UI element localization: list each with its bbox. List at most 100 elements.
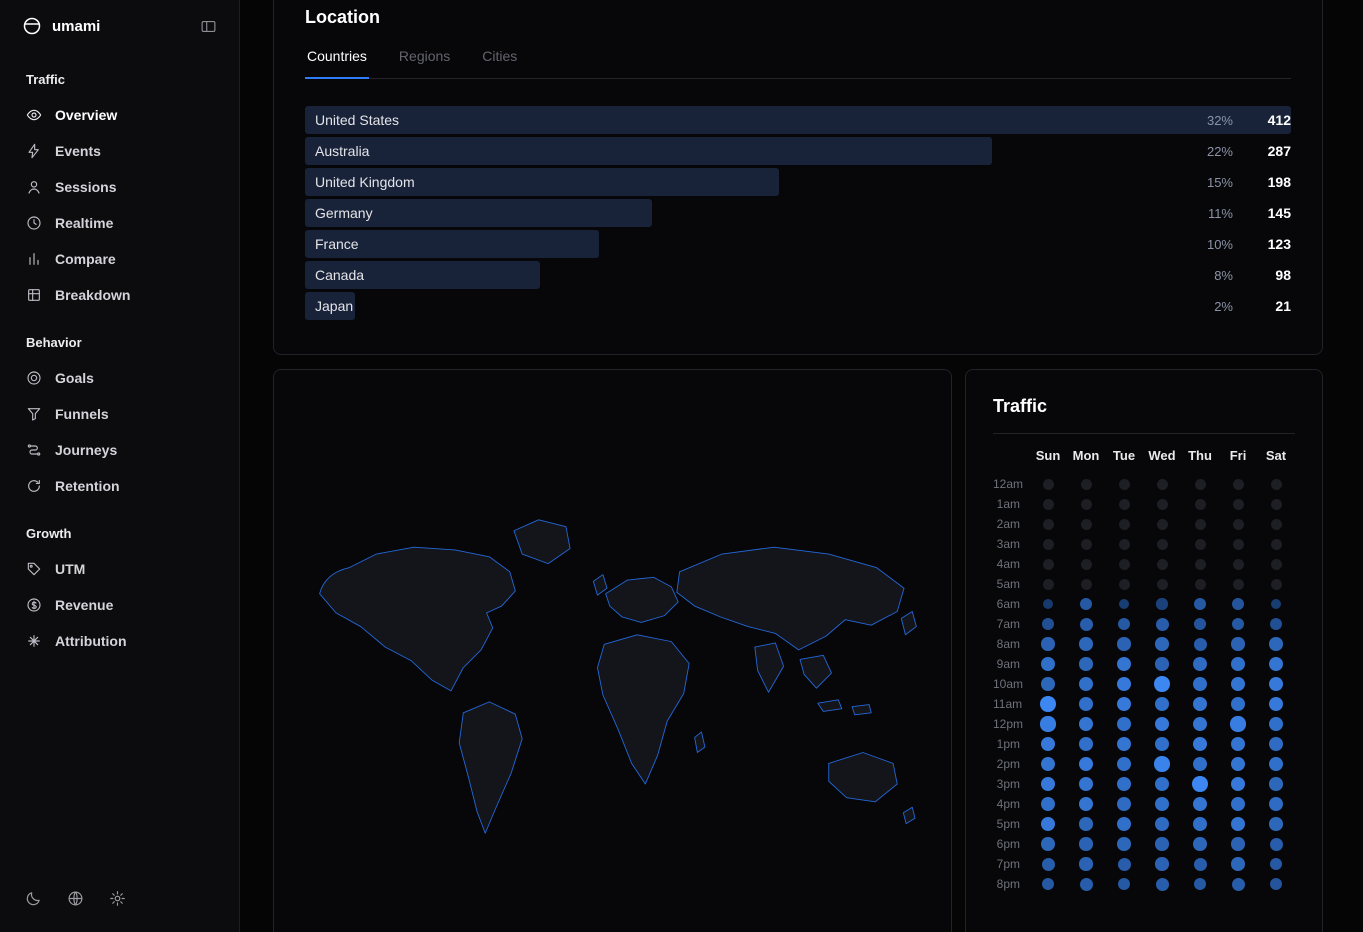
map-madagascar[interactable] <box>695 732 705 753</box>
country-row-germany[interactable]: Germany11%145 <box>305 199 1291 227</box>
sidebar-item-realtime[interactable]: Realtime <box>14 205 225 241</box>
map-indonesia[interactable] <box>818 700 842 712</box>
heatmap-dot <box>1193 797 1208 812</box>
tab-regions[interactable]: Regions <box>397 48 452 78</box>
map-japan[interactable] <box>901 612 916 635</box>
language-button[interactable] <box>67 890 84 912</box>
map-africa[interactable] <box>597 635 689 784</box>
heatmap-dot <box>1042 878 1055 891</box>
map-india[interactable] <box>755 643 784 692</box>
map-southeast-asia[interactable] <box>800 655 831 688</box>
country-percent: 11% <box>1173 206 1233 221</box>
country-label: France <box>305 236 1173 252</box>
heatmap-dot <box>1155 777 1169 791</box>
heatmap-cell-mon-1am <box>1067 494 1105 514</box>
heatmap-cell-wed-4pm <box>1143 794 1181 814</box>
sidebar-item-retention[interactable]: Retention <box>14 468 225 504</box>
heatmap-dot <box>1041 817 1056 832</box>
heatmap-cell-sun-12am <box>1029 474 1067 494</box>
heatmap-cell-mon-9am <box>1067 654 1105 674</box>
heatmap-dot <box>1042 858 1055 871</box>
heatmap-hour-9am: 9am <box>993 654 1029 674</box>
sidebar-item-sessions[interactable]: Sessions <box>14 169 225 205</box>
location-tabs: Countries Regions Cities <box>305 48 1291 79</box>
sidebar-item-goals[interactable]: Goals <box>14 360 225 396</box>
map-south-america[interactable] <box>459 702 522 833</box>
heatmap-dot <box>1155 717 1170 732</box>
sidebar-item-label: Revenue <box>55 597 113 613</box>
country-row-canada[interactable]: Canada8%98 <box>305 261 1291 289</box>
heatmap-dot <box>1271 479 1282 490</box>
country-row-japan[interactable]: Japan2%21 <box>305 292 1291 320</box>
heatmap-dot <box>1269 637 1283 651</box>
collapse-sidebar-button[interactable] <box>200 18 217 35</box>
heatmap-dot <box>1231 797 1245 811</box>
heatmap-cell-thu-5am <box>1181 574 1219 594</box>
map-europe[interactable] <box>606 577 679 622</box>
heatmap-cell-mon-5pm <box>1067 814 1105 834</box>
heatmap-cell-mon-12pm <box>1067 714 1105 734</box>
heatmap-cell-sat-6am <box>1257 594 1295 614</box>
heatmap-dot <box>1043 519 1054 530</box>
heatmap-dot <box>1195 519 1206 530</box>
heatmap-dot <box>1269 717 1283 731</box>
heatmap-dot <box>1154 676 1170 692</box>
heatmap-cell-sat-5am <box>1257 574 1295 594</box>
heatmap-cell-sat-1am <box>1257 494 1295 514</box>
heatmap-cell-wed-1pm <box>1143 734 1181 754</box>
heatmap-dot <box>1269 657 1284 672</box>
heatmap-day-mon: Mon <box>1067 448 1105 474</box>
heatmap-cell-tue-6am <box>1105 594 1143 614</box>
country-percent: 10% <box>1173 237 1233 252</box>
map-australia[interactable] <box>829 752 897 801</box>
heatmap-dot <box>1041 737 1056 752</box>
heatmap-dot <box>1193 837 1207 851</box>
heatmap-hour-1pm: 1pm <box>993 734 1029 754</box>
heatmap-dot <box>1231 677 1246 692</box>
world-map[interactable] <box>284 380 941 932</box>
sidebar-item-revenue[interactable]: Revenue <box>14 587 225 623</box>
sidebar-item-events[interactable]: Events <box>14 133 225 169</box>
heatmap-day-sat: Sat <box>1257 448 1295 474</box>
map-united-kingdom[interactable] <box>593 575 607 596</box>
map-indonesia-east[interactable] <box>852 705 871 715</box>
heatmap-cell-fri-7am <box>1219 614 1257 634</box>
tab-cities[interactable]: Cities <box>480 48 519 78</box>
map-greenland[interactable] <box>514 520 570 564</box>
sidebar-item-compare[interactable]: Compare <box>14 241 225 277</box>
country-row-united-states[interactable]: United States32%412 <box>305 106 1291 134</box>
map-new-zealand[interactable] <box>903 807 915 823</box>
heatmap-dot <box>1156 598 1167 609</box>
heatmap-dot <box>1269 677 1284 692</box>
traffic-card-title: Traffic <box>993 396 1295 417</box>
traffic-card: Traffic SunMonTueWedThuFriSat12am1am2am3… <box>965 369 1323 932</box>
heatmap-hour-1am: 1am <box>993 494 1029 514</box>
country-row-australia[interactable]: Australia22%287 <box>305 137 1291 165</box>
heatmap-day-tue: Tue <box>1105 448 1143 474</box>
heatmap-cell-tue-7am <box>1105 614 1143 634</box>
sidebar-item-overview[interactable]: Overview <box>14 97 225 133</box>
sidebar-item-journeys[interactable]: Journeys <box>14 432 225 468</box>
theme-toggle-button[interactable] <box>25 890 42 912</box>
heatmap-cell-mon-6pm <box>1067 834 1105 854</box>
tab-countries[interactable]: Countries <box>305 48 369 79</box>
sidebar-item-label: Goals <box>55 370 94 386</box>
heatmap-cell-tue-9am <box>1105 654 1143 674</box>
heatmap-dot <box>1080 878 1093 891</box>
heatmap-cell-thu-11am <box>1181 694 1219 714</box>
heatmap-dot <box>1081 539 1092 550</box>
sidebar-item-utm[interactable]: UTM <box>14 551 225 587</box>
heatmap-cell-fri-9am <box>1219 654 1257 674</box>
sparkle-icon <box>26 633 42 649</box>
map-north-america[interactable] <box>320 547 516 691</box>
sidebar-item-label: Attribution <box>55 633 127 649</box>
sidebar-item-funnels[interactable]: Funnels <box>14 396 225 432</box>
map-asia[interactable] <box>677 547 904 650</box>
heatmap-dot <box>1081 499 1092 510</box>
sidebar-item-breakdown[interactable]: Breakdown <box>14 277 225 313</box>
country-row-france[interactable]: France10%123 <box>305 230 1291 258</box>
country-row-united-kingdom[interactable]: United Kingdom15%198 <box>305 168 1291 196</box>
heatmap-cell-thu-8pm <box>1181 874 1219 894</box>
settings-button[interactable] <box>109 890 126 912</box>
sidebar-item-attribution[interactable]: Attribution <box>14 623 225 659</box>
